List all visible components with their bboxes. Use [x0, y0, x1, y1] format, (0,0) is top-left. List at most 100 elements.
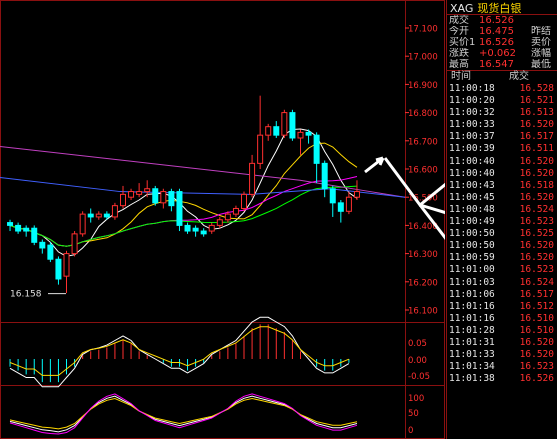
candle-body	[168, 191, 175, 207]
tick-time: 11:00:45	[449, 191, 495, 203]
tick-price: 16.513	[519, 107, 554, 119]
tick-time: 11:00:39	[449, 143, 495, 155]
quote-row: 涨跌 +0.062 涨幅	[447, 48, 557, 59]
candle-body	[329, 188, 336, 204]
tick-row[interactable]: 11:01:06 16.517	[447, 289, 557, 301]
price-axis-label: 16.800	[408, 109, 438, 119]
tick-row[interactable]: 11:01:33 16.520	[447, 349, 557, 361]
tick-row[interactable]: 11:01:34 16.523	[447, 361, 557, 373]
tick-time: 11:00:33	[449, 119, 495, 131]
candle-body	[200, 230, 207, 235]
candle-body	[71, 233, 78, 255]
tick-price: 16.520	[519, 167, 554, 179]
moving-average-line	[9, 142, 358, 247]
tick-time: 11:01:28	[449, 324, 495, 336]
tick-price: 16.523	[519, 264, 554, 276]
tick-row[interactable]: 11:00:49 16.523	[447, 216, 557, 228]
tick-row[interactable]: 11:00:33 16.520	[447, 119, 557, 131]
tick-price: 16.520	[519, 191, 554, 203]
candle-body	[232, 207, 239, 215]
moving-average-line	[9, 176, 358, 247]
candle-body	[208, 224, 215, 232]
tick-price: 16.523	[519, 361, 554, 373]
candle-body	[297, 131, 304, 139]
candle-body	[192, 227, 199, 232]
candle-body	[111, 205, 118, 218]
tick-row[interactable]: 11:00:39 16.511	[447, 143, 557, 155]
tick-row[interactable]: 11:00:59 16.520	[447, 252, 557, 264]
candle-body	[55, 258, 62, 280]
tick-price: 16.517	[519, 288, 554, 300]
long-ma-line	[0, 145, 406, 198]
tick-price: 16.510	[519, 312, 554, 324]
candle-body	[128, 191, 135, 198]
tick-row[interactable]: 11:00:18 16.528	[447, 83, 557, 95]
tick-row[interactable]: 11:00:43 16.518	[447, 180, 557, 192]
tick-row[interactable]: 11:01:16 16.510	[447, 313, 557, 325]
macd-axis-label: 0.05	[408, 339, 427, 349]
quote-value: 16.475	[479, 26, 514, 37]
tick-table-header: 时间 成交	[447, 71, 557, 83]
tick-row[interactable]: 11:00:40 16.520	[447, 168, 557, 180]
candle-body	[176, 191, 183, 226]
tick-row[interactable]: 11:01:28 16.510	[447, 325, 557, 337]
quote-label-2: 卖价	[531, 37, 551, 48]
candle-body	[144, 188, 151, 193]
quote-label: 最高	[449, 59, 469, 70]
arrow-annotation	[418, 204, 445, 240]
tick-row[interactable]: 11:00:20 16.521	[447, 95, 557, 107]
tick-row[interactable]: 11:00:50 16.520	[447, 240, 557, 252]
tick-price: 16.521	[519, 95, 554, 107]
tick-row[interactable]: 11:01:31 16.520	[447, 337, 557, 349]
tick-price: 16.524	[519, 276, 554, 288]
candle-body	[345, 196, 352, 212]
quote-label: 买价1	[449, 37, 476, 48]
kdj-axis-label: 0	[408, 426, 413, 436]
candle-body	[216, 219, 223, 226]
candle-body	[353, 191, 360, 198]
tick-price: 16.528	[519, 83, 554, 94]
time-column-header: 时间	[451, 71, 471, 82]
kline-chart-area[interactable]: 17.100 17.000 16.900 16.800 16.700 16.600 16.5…	[0, 0, 445, 439]
tick-time: 11:01:00	[449, 264, 495, 276]
tick-row[interactable]: 11:00:37 16.517	[447, 131, 557, 143]
tick-time: 11:00:40	[449, 167, 495, 179]
tick-time: 11:00:20	[449, 95, 495, 107]
tick-row[interactable]: 11:00:32 16.513	[447, 107, 557, 119]
tick-price: 16.511	[519, 143, 554, 155]
tick-price: 16.520	[519, 252, 554, 264]
tick-row[interactable]: 11:01:38 16.526	[447, 373, 557, 385]
tick-time: 11:00:43	[449, 179, 495, 191]
tick-time: 11:00:37	[449, 131, 495, 143]
tick-price: 16.523	[519, 216, 554, 228]
candle-body	[337, 202, 344, 212]
candle-body	[87, 213, 94, 218]
tick-row[interactable]: 11:01:03 16.524	[447, 277, 557, 289]
tick-row[interactable]: 11:00:50 16.525	[447, 228, 557, 240]
candle-body	[273, 126, 280, 136]
quote-label: 成交	[449, 15, 469, 26]
candle-body	[103, 213, 110, 218]
price-column-header: 成交	[509, 71, 529, 82]
kline-chart[interactable]: 17.10017.00016.90016.80016.70016.60016.5…	[0, 0, 445, 439]
tick-row[interactable]: 11:00:40 16.520	[447, 156, 557, 168]
tick-price: 16.524	[519, 203, 554, 215]
tick-price: 16.525	[519, 228, 554, 240]
quote-label-2: 最低	[531, 59, 551, 70]
tick-time: 11:00:32	[449, 107, 495, 119]
quote-label-2: 昨结	[531, 26, 551, 37]
candle-body	[31, 227, 38, 243]
tick-price: 16.520	[519, 155, 554, 167]
price-axis-label: 16.200	[408, 278, 438, 288]
tick-row[interactable]: 11:01:16 16.512	[447, 301, 557, 313]
price-axis-label: 17.100	[408, 25, 438, 35]
tick-row[interactable]: 11:01:00 16.523	[447, 264, 557, 276]
price-axis-label: 16.600	[408, 166, 438, 176]
quote-label: 今开	[449, 26, 469, 37]
quote-value: 16.526	[479, 37, 514, 48]
tick-time: 11:01:31	[449, 336, 495, 348]
tick-row[interactable]: 11:00:48 16.524	[447, 204, 557, 216]
tick-row[interactable]: 11:00:45 16.520	[447, 192, 557, 204]
tick-list[interactable]: 11:00:18 16.528 11:00:20 16.521 11:00:32 1…	[447, 83, 557, 385]
tick-price: 16.520	[519, 349, 554, 361]
